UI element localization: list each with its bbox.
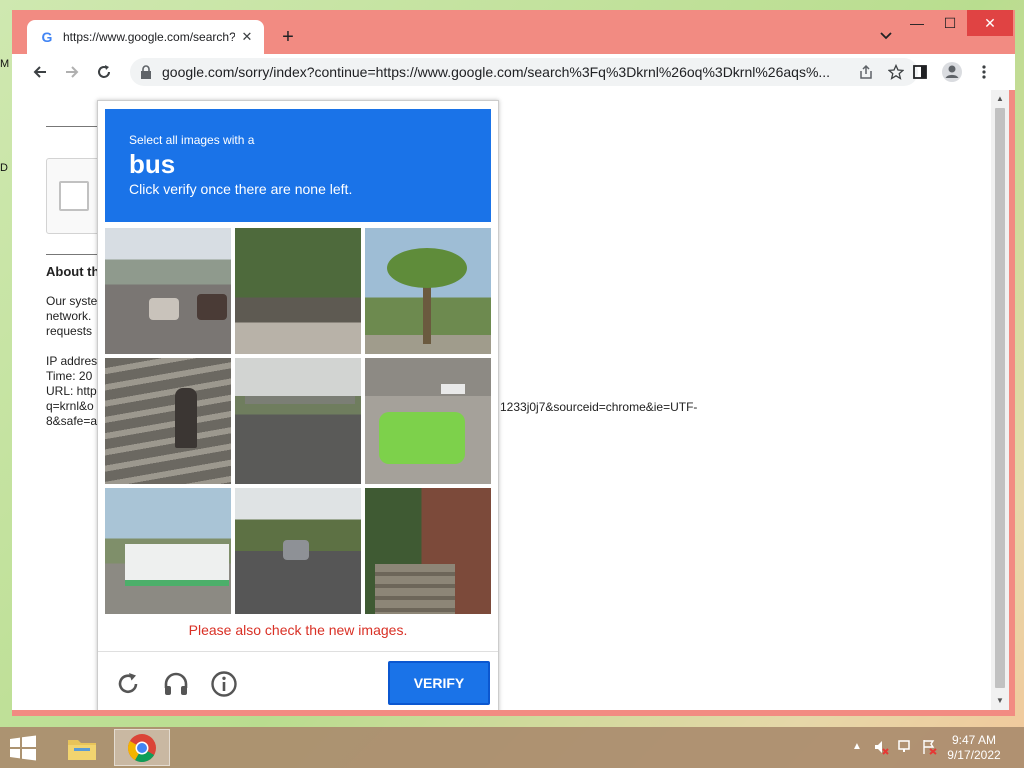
- recaptcha-checkbox[interactable]: [59, 181, 89, 211]
- captcha-challenge: Select all images with a bus Click verif…: [97, 100, 499, 710]
- taskbar: ▲ 9:47 AM 9/17/2022: [0, 727, 1024, 768]
- request-url-tail: 1233j0j7&sourceid=chrome&ie=UTF-: [500, 400, 698, 414]
- tab-title: https://www.google.com/search?q: [63, 30, 235, 44]
- page-scrollbar[interactable]: ▲ ▼: [991, 90, 1009, 710]
- captcha-image-grid: [105, 228, 491, 614]
- captcha-tile-palm-tree[interactable]: [365, 228, 491, 354]
- menu-button[interactable]: [970, 58, 998, 86]
- browser-window: G https://www.google.com/search?q ✕ + — …: [12, 10, 1015, 716]
- start-button[interactable]: [8, 735, 38, 761]
- file-explorer-button[interactable]: [54, 729, 110, 766]
- back-button[interactable]: [26, 58, 54, 86]
- lock-icon: [141, 65, 151, 79]
- captcha-footer: VERIFY: [98, 651, 498, 710]
- request-details: IP addres Time: 20 URL: http q=krnl&o 8&…: [46, 354, 98, 428]
- captcha-header: Select all images with a bus Click verif…: [105, 109, 491, 222]
- forward-arrow-icon: [66, 66, 79, 78]
- volume-muted-icon[interactable]: [873, 739, 889, 758]
- page-content: About th Our syste network. requests IP …: [12, 90, 991, 710]
- tab-search-chevron-icon[interactable]: [877, 26, 895, 44]
- show-hidden-icons-chevron-icon[interactable]: ▲: [852, 741, 862, 752]
- browser-tab[interactable]: G https://www.google.com/search?q ✕: [27, 20, 264, 54]
- back-arrow-icon: [33, 66, 46, 78]
- captcha-tile-trees-and-fence[interactable]: [235, 228, 361, 354]
- captcha-tile-brick-steps[interactable]: [365, 488, 491, 614]
- action-center-flag-icon[interactable]: [921, 739, 937, 758]
- audio-challenge-headphones-icon[interactable]: [162, 670, 190, 698]
- captcha-tile-stone-steps[interactable]: [105, 358, 231, 484]
- chrome-icon: [128, 733, 156, 762]
- url-text[interactable]: google.com/sorry/index?continue=https://…: [162, 64, 848, 80]
- folder-icon: [68, 739, 96, 760]
- desktop-icon-label: M: [0, 58, 10, 70]
- captcha-tile-highway-overpass[interactable]: [235, 358, 361, 484]
- chrome-taskbar-button[interactable]: [114, 729, 170, 766]
- profile-avatar-icon: [942, 62, 962, 82]
- scroll-thumb[interactable]: [995, 108, 1005, 688]
- captcha-tile-green-taxi[interactable]: [365, 358, 491, 484]
- close-window-button[interactable]: ✕: [967, 10, 1013, 36]
- network-icon[interactable]: [898, 739, 914, 758]
- info-icon[interactable]: [210, 670, 238, 698]
- minimize-button[interactable]: —: [900, 10, 934, 36]
- system-clock[interactable]: 9:47 AM 9/17/2022: [938, 733, 1010, 763]
- captcha-instruction: Select all images with a: [129, 133, 255, 147]
- captcha-target-word: bus: [129, 149, 176, 179]
- share-icon[interactable]: [854, 60, 878, 84]
- reload-button[interactable]: [90, 58, 118, 86]
- side-panel-icon: [913, 65, 927, 79]
- profile-button[interactable]: [938, 58, 966, 86]
- tab-strip: G https://www.google.com/search?q ✕ + — …: [12, 10, 1015, 54]
- reload-icon: [98, 65, 110, 78]
- scroll-down-icon[interactable]: ▼: [995, 696, 1005, 706]
- desktop-icon-label: D: [0, 162, 8, 174]
- clock-date: 9/17/2022: [947, 748, 1001, 762]
- browser-toolbar: google.com/sorry/index?continue=https://…: [12, 54, 1015, 90]
- clock-time: 9:47 AM: [951, 733, 997, 747]
- captcha-tile-intersection-with-bus[interactable]: [105, 488, 231, 614]
- kebab-menu-icon: [982, 65, 986, 79]
- captcha-subinstruction: Click verify once there are none left.: [129, 181, 353, 197]
- captcha-tile-road-with-car[interactable]: [235, 488, 361, 614]
- scroll-up-icon[interactable]: ▲: [995, 94, 1005, 104]
- maximize-button[interactable]: ☐: [933, 10, 967, 36]
- captcha-error-message: Please also check the new images.: [188, 622, 408, 638]
- explanation-text: Our syste network. requests: [46, 294, 98, 338]
- windows-logo-icon: [10, 735, 36, 761]
- tab-close-icon[interactable]: ✕: [238, 28, 256, 46]
- about-heading: About th: [46, 264, 100, 279]
- captcha-tile-street-with-cars[interactable]: [105, 228, 231, 354]
- bookmark-star-icon[interactable]: [884, 60, 908, 84]
- address-bar[interactable]: google.com/sorry/index?continue=https://…: [130, 58, 918, 86]
- side-panel-button[interactable]: [906, 58, 934, 86]
- reload-challenge-icon[interactable]: [114, 670, 142, 698]
- forward-button[interactable]: [58, 58, 86, 86]
- google-favicon-icon: G: [41, 29, 53, 45]
- verify-button[interactable]: VERIFY: [388, 661, 490, 705]
- new-tab-button[interactable]: +: [276, 25, 300, 49]
